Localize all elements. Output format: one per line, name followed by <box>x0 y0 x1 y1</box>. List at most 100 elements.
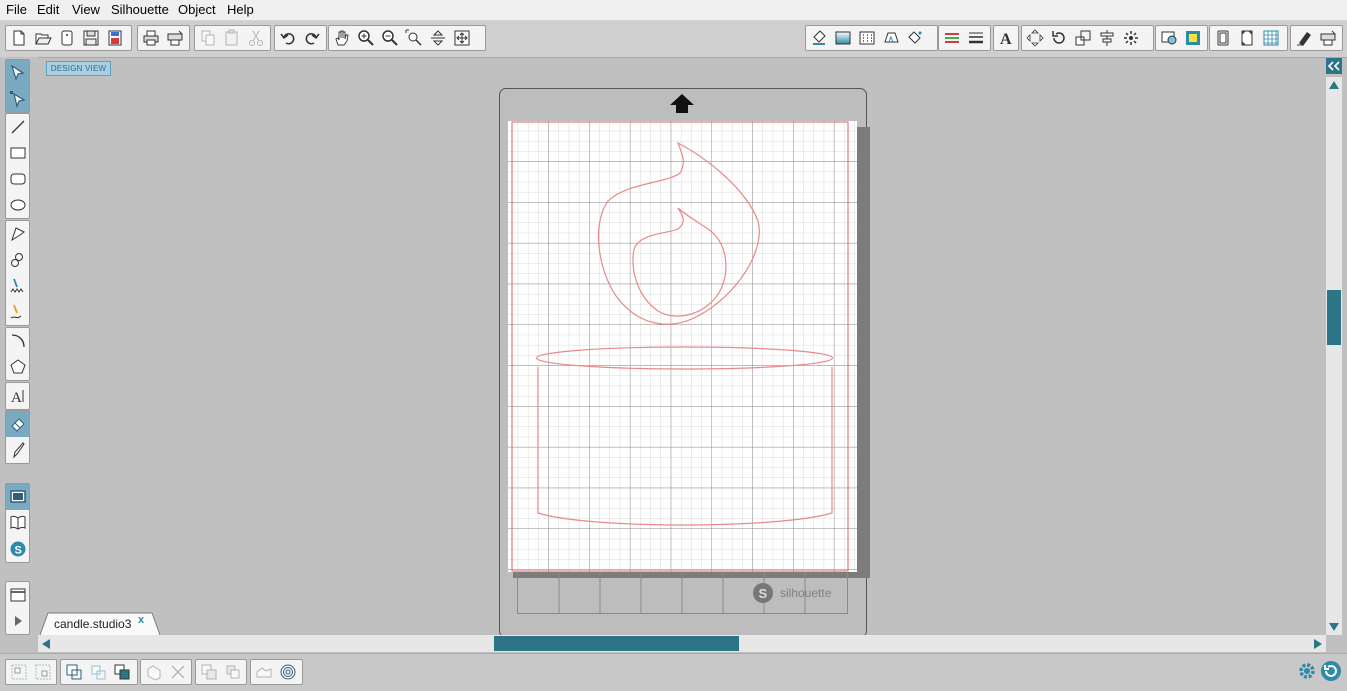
freehand-tool-icon[interactable] <box>6 273 29 299</box>
group-icon[interactable] <box>7 660 31 684</box>
horizontal-scrollbar[interactable] <box>38 635 1326 652</box>
line-style-icon[interactable] <box>903 26 927 50</box>
weld-icon[interactable] <box>142 660 166 684</box>
zoom-select-icon[interactable] <box>402 26 426 50</box>
scroll-down-button[interactable] <box>1326 619 1342 635</box>
offset-icon[interactable] <box>1181 26 1205 50</box>
rectangle-tool-icon[interactable] <box>6 140 29 166</box>
scroll-right-button[interactable] <box>1310 635 1326 652</box>
menu-view[interactable]: View <box>72 2 100 17</box>
scroll-up-button[interactable] <box>1326 77 1342 93</box>
send-to-silhouette-icon[interactable] <box>163 26 187 50</box>
pattern-fill-icon[interactable] <box>855 26 879 50</box>
print-icon[interactable] <box>139 26 163 50</box>
trace-toolbar-group <box>1155 25 1208 51</box>
zoom-in-icon[interactable] <box>354 26 378 50</box>
registration-marks-icon[interactable] <box>1235 26 1259 50</box>
open-icon[interactable] <box>31 26 55 50</box>
document-tab[interactable]: candle.studio3 x <box>40 612 160 635</box>
mirror-icon[interactable] <box>221 660 245 684</box>
text-style-icon[interactable]: A <box>995 26 1017 50</box>
scroll-left-button[interactable] <box>38 635 54 652</box>
paste-icon[interactable] <box>220 26 244 50</box>
undo-icon[interactable] <box>276 26 300 50</box>
knife-tool-icon[interactable] <box>6 437 29 463</box>
play-icon[interactable] <box>6 608 29 634</box>
menu-silhouette[interactable]: Silhouette <box>111 2 169 17</box>
line-color-bars-icon[interactable] <box>940 26 964 50</box>
make-compound-path-icon[interactable] <box>62 660 86 684</box>
ungroup-icon[interactable] <box>31 660 55 684</box>
select-tool-icon[interactable] <box>6 60 29 86</box>
menu-edit[interactable]: Edit <box>37 2 59 17</box>
text-tool-icon[interactable]: A <box>6 383 29 409</box>
gradient-fill-icon[interactable] <box>831 26 855 50</box>
menu-file[interactable]: File <box>6 2 27 17</box>
document-tab-close[interactable]: x <box>138 614 144 626</box>
settings-gear-icon[interactable] <box>1296 660 1318 682</box>
ellipse-tool-icon[interactable] <box>6 192 29 218</box>
open-library-icon[interactable] <box>55 26 79 50</box>
duplicate-icon[interactable] <box>197 660 221 684</box>
svg-text:S: S <box>759 586 768 601</box>
line-tool-icon[interactable] <box>6 114 29 140</box>
design-view-label: DESIGN VIEW <box>46 61 111 76</box>
rotate-icon[interactable] <box>1047 26 1071 50</box>
page-toolbar-group <box>1209 25 1288 51</box>
regular-polygon-tool-icon[interactable] <box>6 354 29 380</box>
save-icon[interactable] <box>79 26 103 50</box>
curve-tool-icon[interactable] <box>6 247 29 273</box>
vertical-scrollbar[interactable] <box>1326 77 1342 635</box>
rotate-view-icon[interactable] <box>1320 660 1342 682</box>
zoom-drag-icon[interactable] <box>426 26 450 50</box>
copy-icon[interactable] <box>196 26 220 50</box>
text-tool-group: A <box>5 382 30 410</box>
online-store-icon[interactable]: S <box>6 536 29 562</box>
arc-tool-icon[interactable] <box>6 328 29 354</box>
show-panels-icon[interactable] <box>6 582 29 608</box>
line-toolbar-group <box>938 25 991 51</box>
bring-to-front-icon[interactable] <box>110 660 134 684</box>
arrow-right-icon <box>1314 638 1322 649</box>
zoom-out-icon[interactable] <box>378 26 402 50</box>
transform-icon[interactable] <box>1023 26 1047 50</box>
edit-points-icon[interactable] <box>6 86 29 112</box>
save-to-library-icon[interactable] <box>103 26 127 50</box>
redo-icon[interactable] <box>300 26 324 50</box>
polygon-tool-icon[interactable] <box>6 221 29 247</box>
scale-icon[interactable] <box>1071 26 1095 50</box>
smooth-freehand-tool-icon[interactable] <box>6 299 29 325</box>
eraser-tool-icon[interactable] <box>1292 26 1316 50</box>
replicate-icon[interactable] <box>1119 26 1143 50</box>
vertical-scroll-thumb[interactable] <box>1327 290 1341 345</box>
eraser-icon[interactable] <box>6 411 29 437</box>
eraser-tool-group <box>5 410 30 464</box>
transform-toolbar-group <box>1021 25 1154 51</box>
arrow-down-icon <box>1329 623 1339 631</box>
page-setup-icon[interactable] <box>1211 26 1235 50</box>
pan-hand-icon[interactable] <box>330 26 354 50</box>
release-compound-path-icon[interactable] <box>86 660 110 684</box>
target-icon[interactable] <box>276 660 300 684</box>
align-icon[interactable] <box>1095 26 1119 50</box>
line-width-icon[interactable] <box>964 26 988 50</box>
line-color-icon[interactable] <box>879 26 903 50</box>
trace-icon[interactable] <box>1157 26 1181 50</box>
fit-to-page-icon[interactable] <box>450 26 474 50</box>
cut-icon[interactable] <box>244 26 268 50</box>
cut-settings-icon[interactable] <box>1316 26 1340 50</box>
design-page[interactable] <box>508 121 857 572</box>
fill-color-icon[interactable] <box>807 26 831 50</box>
new-icon[interactable] <box>7 26 31 50</box>
horizontal-scroll-thumb[interactable] <box>494 636 739 651</box>
menu-object[interactable]: Object <box>178 2 216 17</box>
library-view-icon[interactable] <box>6 510 29 536</box>
draw-tool-group <box>5 220 30 326</box>
rounded-rectangle-tool-icon[interactable] <box>6 166 29 192</box>
grid-settings-icon[interactable] <box>1259 26 1283 50</box>
shape-icon[interactable] <box>252 660 276 684</box>
menu-help[interactable]: Help <box>227 2 254 17</box>
delete-icon[interactable] <box>166 660 190 684</box>
collapse-panel-button[interactable] <box>1326 58 1342 74</box>
design-view-icon[interactable] <box>6 484 29 510</box>
